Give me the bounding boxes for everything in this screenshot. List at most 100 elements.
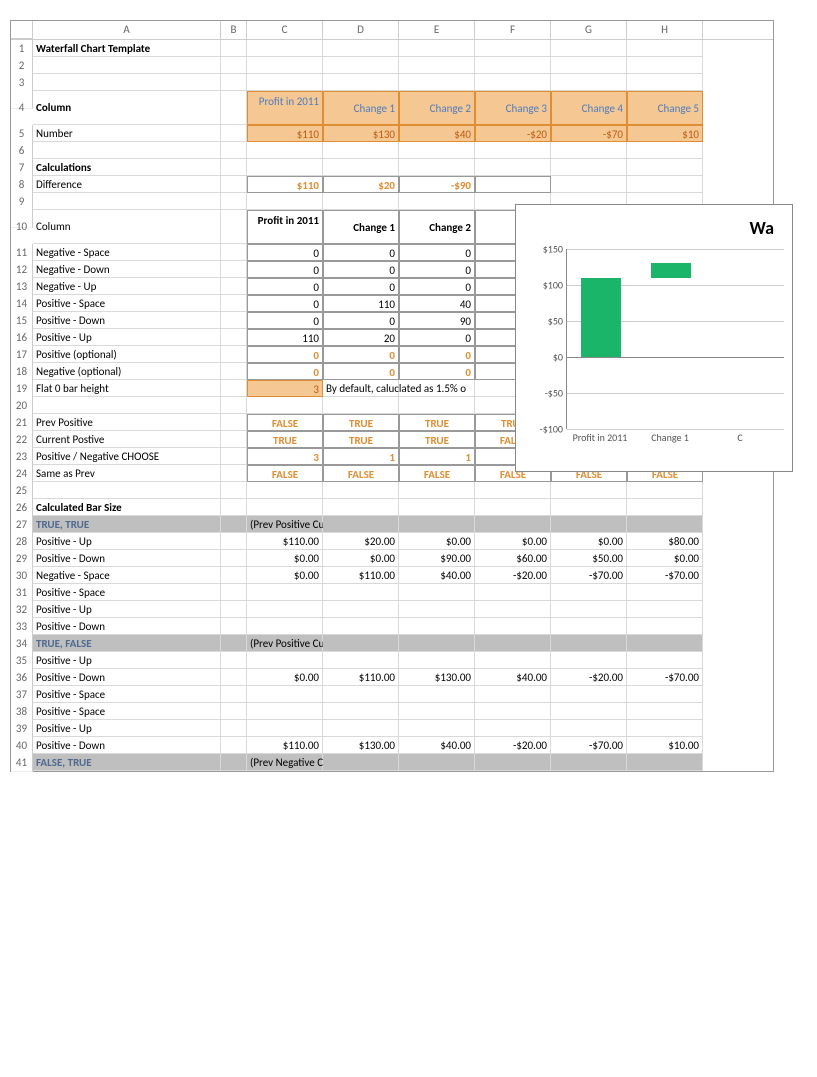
cell-E1[interactable]: [399, 40, 475, 57]
cell-F36[interactable]: $40.00: [475, 669, 551, 686]
cell-C8[interactable]: $110: [247, 176, 323, 193]
cell-H4[interactable]: Change 5: [627, 91, 703, 125]
cell-F40[interactable]: -$20.00: [475, 737, 551, 754]
row-header-23[interactable]: 23: [11, 448, 33, 466]
cell-G5[interactable]: -$70: [551, 125, 627, 142]
cell-C16[interactable]: 110: [247, 329, 323, 346]
cell-G40[interactable]: -$70.00: [551, 737, 627, 754]
cell-A14[interactable]: Positive - Space: [33, 295, 221, 312]
cell-C17[interactable]: 0: [247, 346, 323, 363]
cell-C4[interactable]: Profit in 2011: [247, 91, 323, 125]
cell-A29[interactable]: Positive - Down: [33, 550, 221, 567]
cell-A23[interactable]: Positive / Negative CHOOSE: [33, 448, 221, 465]
cell-D4[interactable]: Change 1: [323, 91, 399, 125]
cell-C18[interactable]: 0: [247, 363, 323, 380]
cell-H28[interactable]: $80.00: [627, 533, 703, 550]
cell-H1[interactable]: [627, 40, 703, 57]
cell-H5[interactable]: $10: [627, 125, 703, 142]
cell-A12[interactable]: Negative - Down: [33, 261, 221, 278]
cell-C21[interactable]: FALSE: [247, 414, 323, 431]
cell-C10[interactable]: Profit in 2011: [247, 210, 323, 244]
cell-F29[interactable]: $60.00: [475, 550, 551, 567]
cell-G1[interactable]: [551, 40, 627, 57]
row-header-22[interactable]: 22: [11, 431, 33, 449]
cell-D22[interactable]: TRUE: [323, 431, 399, 448]
row-header-28[interactable]: 28: [11, 533, 33, 551]
col-header-H[interactable]: H: [627, 21, 703, 39]
cell-E22[interactable]: TRUE: [399, 431, 475, 448]
cell-C12[interactable]: 0: [247, 261, 323, 278]
col-header-E[interactable]: E: [399, 21, 475, 39]
cell-G29[interactable]: $50.00: [551, 550, 627, 567]
cell-C27[interactable]: (Prev Positive Current Positive): [247, 516, 323, 533]
cell-C11[interactable]: 0: [247, 244, 323, 261]
cell-E16[interactable]: 0: [399, 329, 475, 346]
row-header-36[interactable]: 36: [11, 669, 33, 687]
cell-A32[interactable]: Positive - Up: [33, 601, 221, 618]
cell-A40[interactable]: Positive - Down: [33, 737, 221, 754]
cell-D10[interactable]: Change 1: [323, 210, 399, 244]
cell-E10[interactable]: Change 2: [399, 210, 475, 244]
row-header-29[interactable]: 29: [11, 550, 33, 568]
row-header-34[interactable]: 34: [11, 635, 33, 653]
cell-D15[interactable]: 0: [323, 312, 399, 329]
row-header-27[interactable]: 27: [11, 516, 33, 534]
row-header-39[interactable]: 39: [11, 720, 33, 738]
row-header-12[interactable]: 12: [11, 261, 33, 279]
row-header-18[interactable]: 18: [11, 363, 33, 381]
cell-E30[interactable]: $40.00: [399, 567, 475, 584]
row-header-37[interactable]: 37: [11, 686, 33, 704]
cell-A11[interactable]: Negative - Space: [33, 244, 221, 261]
waterfall-chart[interactable]: Wa -$100-$50$0$50$100$150 Profit in 2011…: [515, 204, 793, 472]
cell-C34[interactable]: (Prev Positive Current Negative): [247, 635, 323, 652]
cell-A26[interactable]: Calculated Bar Size: [33, 499, 221, 516]
cell-A17[interactable]: Positive (optional): [33, 346, 221, 363]
cell-A33[interactable]: Positive - Down: [33, 618, 221, 635]
cell-D13[interactable]: 0: [323, 278, 399, 295]
cell-C1[interactable]: [247, 40, 323, 57]
row-header-13[interactable]: 13: [11, 278, 33, 296]
cell-F5[interactable]: -$20: [475, 125, 551, 142]
cell-A19[interactable]: Flat 0 bar height: [33, 380, 221, 397]
cell-D1[interactable]: [323, 40, 399, 57]
cell-D17[interactable]: 0: [323, 346, 399, 363]
cell-E23[interactable]: 1: [399, 448, 475, 465]
cell-G30[interactable]: -$70.00: [551, 567, 627, 584]
cell-C28[interactable]: $110.00: [247, 533, 323, 550]
cell-A41[interactable]: FALSE, TRUE: [33, 754, 221, 771]
col-header-A[interactable]: A: [33, 21, 221, 39]
row-header-20[interactable]: 20: [11, 397, 33, 415]
row-header-25[interactable]: 25: [11, 482, 33, 500]
cell-E8[interactable]: -$90: [399, 176, 475, 193]
cell-D11[interactable]: 0: [323, 244, 399, 261]
cell-A30[interactable]: Negative - Space: [33, 567, 221, 584]
cell-D19[interactable]: By default, caluclated as 1.5% o: [323, 380, 399, 397]
cell-A13[interactable]: Negative - Up: [33, 278, 221, 295]
row-header-14[interactable]: 14: [11, 295, 33, 313]
row-header-31[interactable]: 31: [11, 584, 33, 602]
cell-E14[interactable]: 40: [399, 295, 475, 312]
row-header-32[interactable]: 32: [11, 601, 33, 619]
cell-A21[interactable]: Prev Positive: [33, 414, 221, 431]
cell-A10[interactable]: Column: [33, 210, 221, 244]
cell-D8[interactable]: $20: [323, 176, 399, 193]
cell-A27[interactable]: TRUE, TRUE: [33, 516, 221, 533]
cell-E15[interactable]: 90: [399, 312, 475, 329]
row-header-33[interactable]: 33: [11, 618, 33, 636]
select-all-corner[interactable]: [11, 21, 33, 39]
cell-F1[interactable]: [475, 40, 551, 57]
cell-D40[interactable]: $130.00: [323, 737, 399, 754]
cell-A15[interactable]: Positive - Down: [33, 312, 221, 329]
row-header-4[interactable]: 4: [11, 91, 33, 109]
row-header-21[interactable]: 21: [11, 414, 33, 432]
cell-D21[interactable]: TRUE: [323, 414, 399, 431]
cell-E40[interactable]: $40.00: [399, 737, 475, 754]
cell-B1[interactable]: [221, 40, 247, 57]
cell-G4[interactable]: Change 4: [551, 91, 627, 125]
col-header-B[interactable]: B: [221, 21, 247, 39]
cell-C19[interactable]: 3: [247, 380, 323, 397]
cell-D12[interactable]: 0: [323, 261, 399, 278]
cell-F28[interactable]: $0.00: [475, 533, 551, 550]
cell-A24[interactable]: Same as Prev: [33, 465, 221, 482]
row-header-15[interactable]: 15: [11, 312, 33, 330]
